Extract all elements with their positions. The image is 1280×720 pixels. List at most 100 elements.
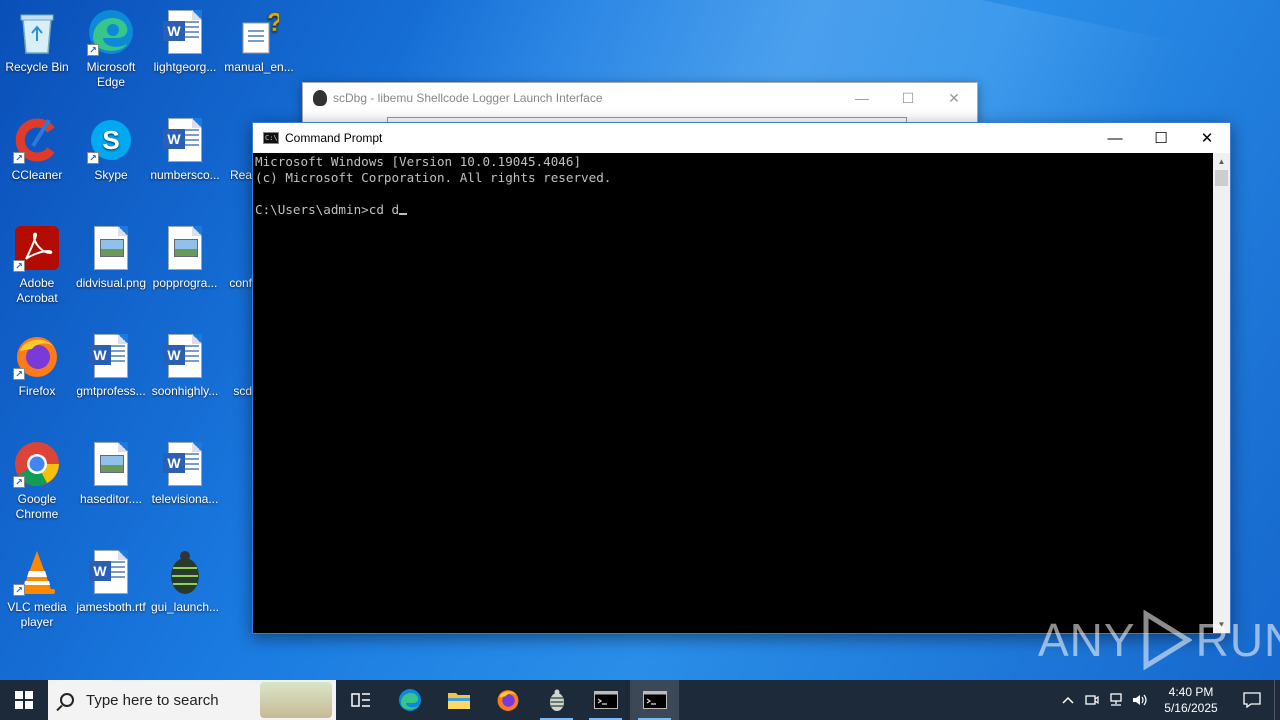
desktop-icon-scd[interactable]: scd: [222, 332, 252, 399]
desktop-icon-skype[interactable]: S ↗ Skype: [74, 116, 148, 183]
desktop-icon-haseditor[interactable]: haseditor....: [74, 440, 148, 507]
show-desktop-button[interactable]: [1274, 680, 1280, 720]
word-doc-icon: W: [161, 440, 209, 488]
search-icon: [60, 693, 74, 707]
edge-icon: [398, 689, 421, 711]
desktop-icon-label: scd: [233, 384, 252, 398]
cmd-close-button[interactable]: ✕: [1184, 123, 1230, 153]
volume-icon[interactable]: [1128, 680, 1152, 720]
word-doc-icon: W: [161, 116, 209, 164]
desktop-icon-gui-launch[interactable]: gui_launch...: [148, 548, 222, 615]
command-prompt-window[interactable]: C:\ Command Prompt — ☐ ✕ Microsoft Windo…: [252, 122, 1231, 634]
chrome-icon: ↗: [13, 440, 61, 488]
desktop-icon-ccleaner[interactable]: ↗ CCleaner: [0, 116, 74, 183]
desktop-icon-popprogra[interactable]: popprogra...: [148, 224, 222, 291]
desktop-icon-label: VLC media player: [7, 600, 67, 629]
cmd-maximize-button[interactable]: ☐: [1138, 123, 1184, 153]
taskbar-firefox-button[interactable]: [483, 680, 532, 720]
desktop-icon-microsoft-edge[interactable]: ↗ Microsoft Edge: [74, 8, 148, 90]
scroll-up-arrow-icon[interactable]: ▲: [1213, 153, 1230, 170]
notifications-button[interactable]: [1230, 680, 1274, 720]
desktop-icon-firefox[interactable]: ↗ Firefox: [0, 332, 74, 399]
desktop-icon-vlc[interactable]: ↗ VLC media player: [0, 548, 74, 630]
meet-now-icon[interactable]: [1080, 680, 1104, 720]
scdbg-app-icon: [313, 90, 327, 106]
desktop-icon-gmtprofess[interactable]: W gmtprofess...: [74, 332, 148, 399]
desktop-icon-label: gmtprofess...: [76, 384, 146, 398]
desktop-icon-soonhighly[interactable]: W soonhighly...: [148, 332, 222, 399]
desktop-icon-label: Rea: [229, 168, 252, 182]
desktop-icon-label: Google Chrome: [15, 492, 59, 521]
desktop-icon-label: haseditor....: [79, 492, 143, 506]
cmd-titlebar[interactable]: C:\ Command Prompt — ☐ ✕: [253, 123, 1230, 153]
cmd-title: Command Prompt: [285, 131, 383, 145]
cmd-console[interactable]: Microsoft Windows [Version 10.0.19045.40…: [253, 153, 1214, 633]
scdbg-title: scDbg - libemu Shellcode Logger Launch I…: [333, 91, 603, 105]
desktop-icon-label: lightgeorg...: [153, 60, 217, 74]
desktop-icon-google-chrome[interactable]: ↗ Google Chrome: [0, 440, 74, 522]
desktop-icon-lightgeorg[interactable]: W lightgeorg...: [148, 8, 222, 75]
desktop-icon-adobe-acrobat[interactable]: ↗ Adobe Acrobat: [0, 224, 74, 306]
word-doc-icon: W: [87, 332, 135, 380]
desktop-icon-rea[interactable]: Rea: [222, 116, 252, 183]
cmd-minimize-button[interactable]: —: [1092, 123, 1138, 153]
console-line: (c) Microsoft Corporation. All rights re…: [255, 170, 612, 185]
taskbar: Type here to search 4:40 PM 5/16/2025: [0, 680, 1280, 720]
word-doc-icon: W: [87, 548, 135, 596]
desktop-icon-televisiona[interactable]: W televisiona...: [148, 440, 222, 507]
taskbar-scdbg-button[interactable]: [532, 680, 581, 720]
desktop-icon-recycle-bin[interactable]: Recycle Bin: [0, 8, 74, 75]
svg-text:S: S: [102, 125, 119, 155]
shortcut-arrow-icon: ↗: [13, 368, 25, 380]
windows-logo-icon: [15, 691, 33, 709]
desktop-icon-label: Recycle Bin: [5, 60, 69, 74]
desktop-icon-jamesboth[interactable]: W jamesboth.rtf: [74, 548, 148, 615]
desktop-icon-numbersco[interactable]: W numbersco...: [148, 116, 222, 183]
taskbar-file-explorer-button[interactable]: [434, 680, 483, 720]
help-doc-icon: ?: [235, 8, 283, 56]
console-prompt-line[interactable]: C:\Users\admin>cd d: [255, 202, 399, 217]
shortcut-arrow-icon: ↗: [13, 260, 25, 272]
taskbar-edge-button[interactable]: [385, 680, 434, 720]
word-doc-icon: W: [161, 332, 209, 380]
svg-text:?: ?: [267, 9, 279, 37]
desktop-icon-label: gui_launch...: [150, 600, 220, 614]
text-cursor: [399, 213, 408, 215]
desktop-icon-label: Firefox: [18, 384, 56, 398]
desktop-icon-conf[interactable]: conf: [222, 224, 252, 291]
scdbg-icon: [244, 332, 252, 380]
search-placeholder: Type here to search: [86, 691, 219, 709]
taskbar-clock[interactable]: 4:40 PM 5/16/2025: [1152, 684, 1230, 716]
cmd-scrollbar[interactable]: ▲ ▼: [1213, 153, 1230, 633]
start-button[interactable]: [0, 680, 48, 720]
taskbar-search-box[interactable]: Type here to search: [48, 680, 336, 720]
search-highlight-image: [260, 682, 332, 718]
scdbg-close-button[interactable]: ✕: [931, 83, 977, 113]
scroll-thumb[interactable]: [1215, 170, 1228, 186]
desktop-icon-manual-en[interactable]: ? manual_en...: [222, 8, 296, 75]
scdbg-maximize-button[interactable]: ☐: [885, 83, 931, 113]
cmd-app-icon: C:\: [263, 132, 279, 144]
watermark-play-icon: [1143, 610, 1192, 670]
shortcut-arrow-icon: ↗: [87, 152, 99, 164]
desktop-icon-label: Microsoft Edge: [86, 60, 136, 89]
scdbg-minimize-button[interactable]: —: [839, 83, 885, 113]
network-icon[interactable]: [1104, 680, 1128, 720]
recycle-bin-icon: [13, 8, 61, 56]
shortcut-arrow-icon: ↗: [13, 584, 25, 596]
skype-icon: S ↗: [87, 116, 135, 164]
ccleaner-icon: ↗: [13, 116, 61, 164]
taskbar-cmd-button-1[interactable]: [581, 680, 630, 720]
taskbar-cmd-button-2[interactable]: [630, 680, 679, 720]
task-view-button[interactable]: [336, 680, 385, 720]
desktop-icon-label: soonhighly...: [151, 384, 219, 398]
chevron-up-icon[interactable]: [1056, 680, 1080, 720]
image-file-icon: [87, 224, 135, 272]
task-view-icon: [350, 693, 370, 707]
scdbg-window[interactable]: scDbg - libemu Shellcode Logger Launch I…: [302, 82, 978, 126]
anyrun-watermark: ANY RUN: [1038, 608, 1280, 672]
desktop-icon-label: CCleaner: [11, 168, 63, 182]
desktop-icon-didvisual[interactable]: didvisual.png: [74, 224, 148, 291]
desktop-icon-label: televisiona...: [151, 492, 219, 506]
